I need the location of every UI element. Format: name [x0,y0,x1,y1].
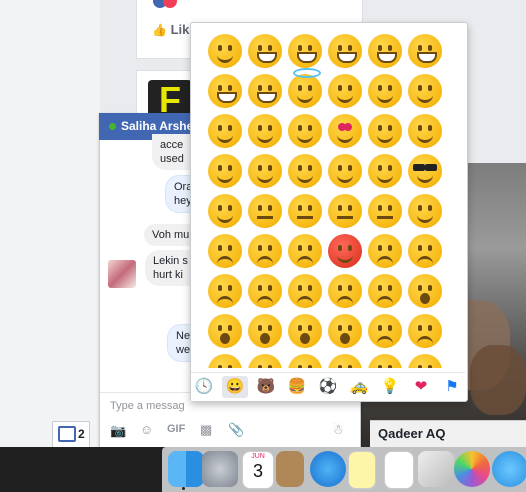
rage-emoji-icon[interactable] [328,234,362,268]
message-input[interactable]: Type a messag [110,400,185,412]
calendar-day: 3 [252,461,263,481]
cold-sweat-emoji-icon[interactable] [288,314,322,348]
no-mouth-emoji-icon[interactable] [248,194,282,228]
sob-emoji-icon[interactable] [288,354,322,368]
blush-emoji-icon[interactable] [368,74,402,108]
preview-icon[interactable] [418,451,454,487]
chat-bubble-icon [58,426,76,442]
scream-emoji-icon[interactable] [208,314,242,348]
neutral-face-emoji-icon[interactable] [288,194,322,228]
kissing-closed-eyes-emoji-icon[interactable] [248,154,282,188]
tab-symbols-heart-icon[interactable]: ❤ [410,376,432,398]
tab-objects-bulb-icon[interactable]: 💡 [379,376,401,398]
sunglasses-emoji-icon[interactable] [408,154,442,188]
grin-emoji-icon[interactable] [288,34,322,68]
triumph-emoji-icon[interactable] [368,274,402,308]
innocent-emoji-icon[interactable] [288,68,322,108]
frowning-emoji-icon[interactable] [368,314,402,348]
calendar-month: JUN [251,453,265,460]
rolling-eyes-emoji-icon[interactable] [408,194,442,228]
tab-travel-taxi-icon[interactable]: 🚕 [348,376,370,398]
chat-contact-name[interactable]: Saliha Arshe [121,119,193,133]
smiley-emoji-icon[interactable] [368,34,402,68]
persevere-emoji-icon[interactable] [208,274,242,308]
astonished-emoji-icon[interactable] [408,354,442,368]
disappointed-emoji-icon[interactable] [208,234,242,268]
angry-emoji-icon[interactable] [288,234,322,268]
emoji-button-icon[interactable]: ▩ [200,422,212,438]
sticker-icon[interactable]: ☺ [140,422,153,437]
relaxed-emoji-icon[interactable] [208,114,242,148]
safari-compass-icon[interactable] [310,451,346,487]
tab-nature-bear-icon[interactable]: 🐻 [255,376,277,398]
unread-count: 2 [78,427,85,441]
unamused-emoji-icon[interactable] [368,194,402,228]
sleepy-emoji-icon[interactable] [328,354,362,368]
online-status-icon [109,123,116,130]
laughing-emoji-icon[interactable] [248,74,282,108]
pensive-emoji-icon[interactable] [368,234,402,268]
yum-emoji-icon[interactable] [248,114,282,148]
tired-face-emoji-icon[interactable] [288,274,322,308]
chat-toolbar: 📷 ☺ GIF ▩ 📎 ☃ [100,418,358,446]
messages-bubble-icon[interactable] [492,451,526,487]
notes-icon[interactable] [348,451,376,489]
camera-icon[interactable]: 📷 [110,423,126,439]
photo-person [470,345,526,415]
wink-emoji-icon[interactable] [328,74,362,108]
worried-emoji-icon[interactable] [248,234,282,268]
joy-emoji-icon[interactable] [328,34,362,68]
stuck-out-tongue-closed-eyes-emoji-icon[interactable] [328,154,362,188]
confounded-emoji-icon[interactable] [248,274,282,308]
running-indicator [182,487,185,490]
like-button[interactable]: 👍 Lik [152,22,189,37]
slightly-smiling-emoji-icon[interactable] [408,74,442,108]
tab-flags-flag-icon[interactable]: ⚑ [441,376,463,398]
grimacing-emoji-icon[interactable] [248,34,282,68]
stuck-out-tongue-emoji-icon[interactable] [368,154,402,188]
sweat-smile-emoji-icon[interactable] [208,74,242,108]
relieved-emoji-icon[interactable] [288,114,322,148]
calendar-icon[interactable]: JUN 3 [242,451,274,489]
hushed-emoji-icon[interactable] [328,314,362,348]
like-label: Lik [170,22,190,37]
anguished-emoji-icon[interactable] [408,314,442,348]
dizzy-face-emoji-icon[interactable] [368,354,402,368]
chat-tab-count[interactable]: 2 [52,421,90,449]
left-column [0,0,100,447]
contacts-book-icon[interactable] [276,451,304,487]
photo-caption: Qadeer AQ [378,426,446,441]
kissing-heart-emoji-icon[interactable] [368,114,402,148]
love-reaction-icon [163,0,177,8]
emoji-grid [198,30,460,368]
confused-emoji-icon[interactable] [408,234,442,268]
gif-button[interactable]: GIF [167,423,185,435]
cry-emoji-icon[interactable] [208,354,242,368]
heart-eyes-emoji-icon[interactable] [328,114,362,148]
photo-caption-bar[interactable]: Qadeer AQ [370,420,526,448]
weary-emoji-icon[interactable] [328,274,362,308]
fearful-emoji-icon[interactable] [248,314,282,348]
photos-icon[interactable] [454,451,490,487]
open-mouth-emoji-icon[interactable] [408,274,442,308]
reminders-icon[interactable] [384,451,414,489]
launchpad-rocket-icon[interactable] [202,451,238,487]
smirk-emoji-icon[interactable] [208,194,242,228]
attachment-icon[interactable]: 📎 [228,422,244,438]
kissing-smiling-eyes-emoji-icon[interactable] [208,154,242,188]
stuck-out-tongue-winking-eye-emoji-icon[interactable] [288,154,322,188]
contact-avatar[interactable] [108,260,136,288]
finder-icon[interactable] [168,451,204,487]
snowman-icon[interactable]: ☃ [332,422,344,438]
kissing-emoji-icon[interactable] [408,114,442,148]
tab-people-smiley-icon[interactable]: 😀 [222,376,248,398]
disappointed-relieved-emoji-icon[interactable] [248,354,282,368]
tab-activity-soccer-icon[interactable]: ⚽ [317,376,339,398]
thumbs-up-icon: 👍 [152,23,167,37]
tab-food-burger-icon[interactable]: 🍔 [286,376,308,398]
grinning-emoji-icon[interactable] [208,34,242,68]
tab-recent-clock-icon[interactable]: 🕓 [193,376,215,398]
expressionless-emoji-icon[interactable] [328,194,362,228]
smile-emoji-icon[interactable] [408,34,442,68]
